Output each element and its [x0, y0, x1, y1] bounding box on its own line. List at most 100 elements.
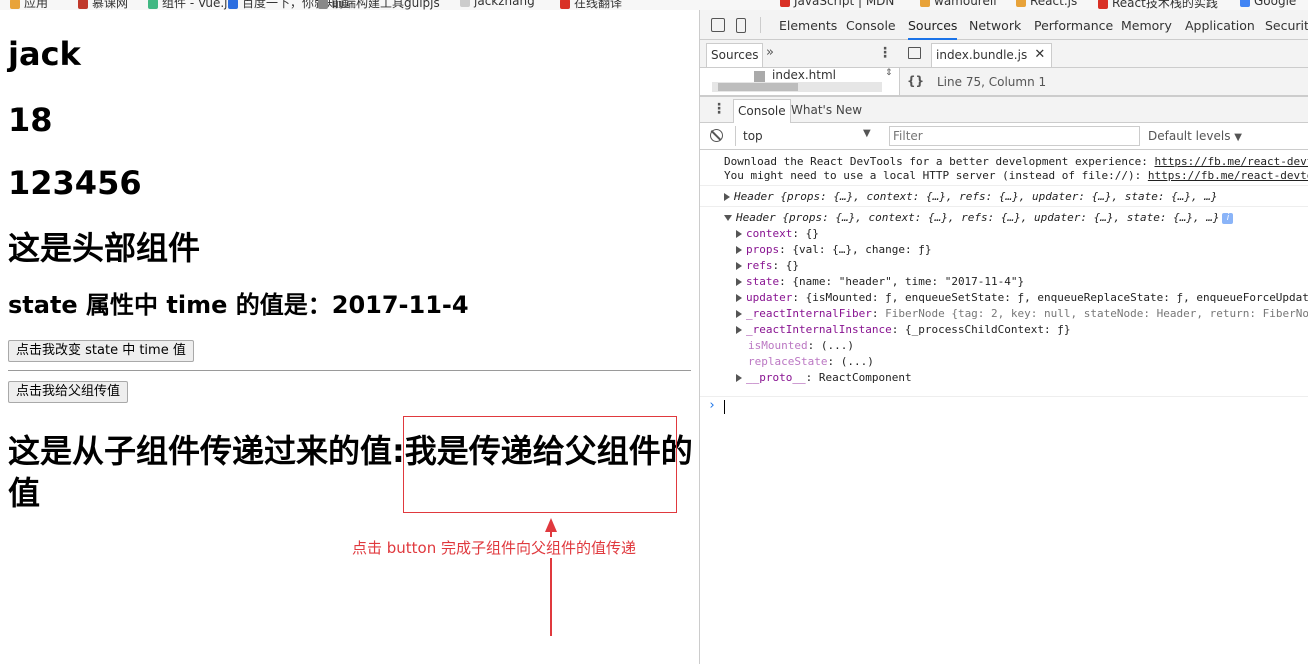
object-property-row[interactable]: updater: {isMounted: ƒ, enqueueSetState:… — [736, 291, 1308, 305]
header-component-title: 这是头部组件 — [8, 229, 201, 267]
open-file-name: index.bundle.js — [936, 48, 1028, 62]
annotation-highlight-box — [403, 416, 677, 513]
expand-triangle-icon[interactable] — [736, 326, 742, 334]
property-colon: : — [779, 275, 793, 288]
object-property-row[interactable]: __proto__: ReactComponent — [736, 371, 912, 385]
object-property-row[interactable]: props: {val: {…}, change: ƒ} — [736, 243, 931, 257]
bookmark-item[interactable]: React.js — [1016, 0, 1077, 8]
bookmark-item[interactable]: React技术栈的实践 — [1098, 0, 1218, 10]
property-value: FiberNode {tag: 2, key: null, stateNode:… — [885, 307, 1308, 320]
bookmark-item[interactable]: wamourell — [920, 0, 997, 8]
toggle-navigator-icon[interactable] — [908, 47, 921, 59]
name-heading: jack — [8, 35, 81, 73]
expand-triangle-icon[interactable] — [724, 193, 730, 201]
log-levels-select[interactable]: Default levels ▼ — [1148, 129, 1242, 143]
scrollbar-thumb[interactable] — [718, 83, 798, 91]
tab-network[interactable]: Network — [969, 10, 1021, 40]
react-devtools-faq-link[interactable]: https://fb.me/react-devtools-faq — [1148, 169, 1308, 182]
object-property-row[interactable]: _reactInternalFiber: FiberNode {tag: 2, … — [736, 307, 1308, 321]
bookmark-item[interactable]: 前端构建工具gulpjs — [318, 0, 440, 10]
tab-memory[interactable]: Memory — [1121, 10, 1172, 40]
tab-console[interactable]: Console — [846, 10, 896, 40]
expand-triangle-icon[interactable] — [736, 294, 742, 302]
drawer-tab-whats-new[interactable]: What's New — [791, 103, 862, 117]
sources-navigator-tab[interactable]: Sources — [706, 43, 764, 67]
info-icon[interactable]: i — [1222, 212, 1234, 224]
object-property-row[interactable]: replaceState: (...) — [748, 355, 874, 369]
bookmark-item[interactable]: 慕课网 — [78, 0, 128, 10]
console-filter-input[interactable] — [889, 126, 1140, 146]
bookmark-favicon-icon — [1016, 0, 1026, 7]
annotation-text: 点击 button 完成子组件向父组件的值传递 — [352, 537, 637, 558]
console-message: You might need to use a local HTTP serve… — [724, 169, 1308, 183]
editor-status-bar: {} Line 75, Column 1 — [900, 68, 1308, 96]
expand-triangle-icon[interactable] — [736, 246, 742, 254]
console-message: Download the React DevTools for a better… — [724, 155, 1308, 169]
clear-console-icon[interactable] — [710, 129, 723, 142]
property-key: __proto__ — [746, 371, 806, 384]
object-property-row[interactable]: _reactInternalInstance: {_processChildCo… — [736, 323, 1071, 337]
header-object-collapsed[interactable]: Header {props: {…}, context: {…}, refs: … — [724, 190, 1217, 204]
bookmark-item[interactable]: JavaScript | MDN — [780, 0, 894, 8]
bookmark-item[interactable]: 组件 - Vue.js — [148, 0, 234, 10]
header-object-expanded[interactable]: Header {props: {…}, context: {…}, refs: … — [724, 211, 1234, 225]
bookmark-item[interactable]: Google — [1240, 0, 1296, 8]
bookmarks-bar: 应用 慕课网 组件 - Vue.js 百度一下，你就知道 前端构建工具gulpjs jac… — [0, 0, 1308, 10]
property-value: (...) — [820, 339, 854, 352]
tabbar-separator — [760, 17, 761, 33]
object-property-row[interactable]: state: {name: "header", time: "2017-11-4… — [736, 275, 1024, 289]
bookmark-favicon-icon — [148, 0, 158, 9]
drawer-menu-icon[interactable]: ⋮ — [712, 101, 726, 117]
context-select[interactable]: top — [743, 129, 763, 143]
object-property-row[interactable]: refs: {} — [736, 259, 799, 273]
property-value: {name: "header", time: "2017-11-4"} — [792, 275, 1025, 288]
tab-security[interactable]: Security — [1265, 10, 1308, 40]
bookmark-item[interactable]: jackzhang — [460, 0, 535, 8]
expand-triangle-icon[interactable] — [736, 262, 742, 270]
inspect-element-icon[interactable] — [711, 18, 725, 32]
navigator-menu-icon[interactable]: ⋮ — [878, 45, 892, 61]
close-file-icon[interactable]: ✕ — [1034, 44, 1045, 66]
bookmark-label: 应用 — [24, 0, 49, 10]
tab-application[interactable]: Application — [1185, 10, 1255, 40]
property-value: {_processChildContext: ƒ} — [904, 323, 1071, 336]
pretty-print-icon[interactable]: {} — [907, 74, 924, 88]
pass-to-parent-button[interactable]: 点击我给父组传值 — [8, 381, 129, 403]
expand-triangle-icon[interactable] — [736, 374, 742, 382]
open-file-tab[interactable]: index.bundle.js ✕ — [931, 43, 1053, 67]
property-key: updater — [746, 291, 793, 304]
bookmark-favicon-icon — [560, 0, 570, 9]
react-devtools-link[interactable]: https://fb.me/react-devtools — [1154, 155, 1308, 168]
expand-triangle-icon[interactable] — [736, 310, 742, 318]
device-toolbar-icon[interactable] — [736, 18, 746, 33]
property-key: state — [746, 275, 780, 288]
context-dropdown-icon[interactable]: ▼ — [863, 128, 871, 139]
expand-triangle-icon[interactable] — [736, 230, 742, 238]
change-time-button[interactable]: 点击我改变 state 中 time 值 — [8, 340, 194, 362]
app-page: jack 18 123456 这是头部组件 state 属性中 time 的值是… — [0, 10, 699, 664]
bookmark-label: JavaScript | MDN — [794, 0, 895, 8]
bookmark-label: 在线翻译 — [574, 0, 623, 10]
tab-performance[interactable]: Performance — [1034, 10, 1113, 40]
bookmark-item[interactable]: 应用 — [10, 0, 48, 10]
file-tree-item[interactable]: index.html — [772, 68, 836, 82]
horizontal-scrollbar[interactable] — [712, 82, 882, 92]
tab-elements[interactable]: Elements — [779, 10, 837, 40]
property-colon: : — [827, 355, 841, 368]
expand-triangle-icon[interactable] — [736, 278, 742, 286]
tab-sources[interactable]: Sources — [908, 10, 958, 40]
property-colon: : — [772, 259, 786, 272]
scroll-arrows-icon[interactable]: ⇕ — [885, 68, 893, 78]
collapse-triangle-icon[interactable] — [724, 215, 732, 221]
property-colon: : — [792, 227, 806, 240]
console-input-caret[interactable] — [724, 400, 725, 414]
bookmark-item[interactable]: 在线翻译 — [560, 0, 622, 10]
bookmark-label: 前端构建工具gulpjs — [332, 0, 440, 10]
object-property-row[interactable]: isMounted: (...) — [748, 339, 854, 353]
property-key: context — [746, 227, 793, 240]
object-property-row[interactable]: context: {} — [736, 227, 819, 241]
drawer-tab-console[interactable]: Console — [733, 99, 791, 123]
more-tabs-icon[interactable]: » — [766, 45, 774, 60]
object-preview: Header {props: {…}, context: {…}, refs: … — [736, 211, 1220, 224]
property-value: {isMounted: ƒ, enqueueSetState: ƒ, enque… — [805, 291, 1308, 304]
